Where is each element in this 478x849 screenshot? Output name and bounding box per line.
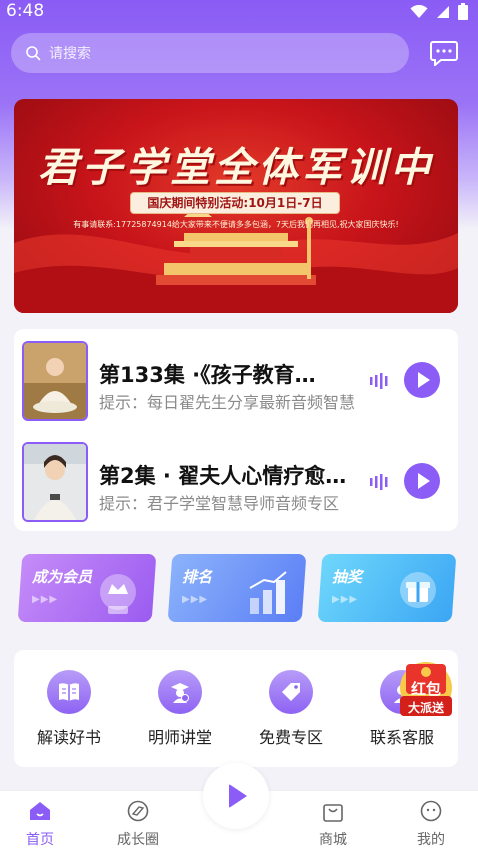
lottery-card[interactable]: 抽奖 ▶▶▶	[317, 554, 457, 622]
profile-icon	[420, 800, 442, 822]
play-button[interactable]	[404, 463, 440, 499]
tab-label: 商城	[319, 832, 347, 848]
status-icons	[410, 3, 468, 20]
home-icon	[30, 802, 50, 820]
chart-icon	[249, 571, 287, 614]
tab-label: 成长圈	[117, 832, 159, 848]
center-play-button[interactable]	[203, 763, 269, 829]
circle-icon	[127, 800, 149, 822]
search-placeholder: 请搜索	[49, 46, 91, 62]
tab-home[interactable]: 首页	[5, 799, 75, 849]
feature-label: 成为会员	[32, 568, 93, 586]
feature-label: 排名	[182, 568, 213, 586]
audio-description: 提示：君子学堂智慧导师音频专区	[99, 494, 340, 513]
banner-date-pill: 国庆期间特别活动:10月1日-7日	[130, 192, 340, 214]
tab-profile[interactable]: 我的	[396, 799, 466, 849]
quick-link-label: 解读好书	[36, 728, 101, 747]
message-icon[interactable]	[430, 40, 458, 66]
membership-card[interactable]: 成为会员 ▶▶▶	[17, 554, 157, 622]
bag-icon	[323, 804, 343, 822]
audio-title: 第133集 ·《孩子教育…	[99, 363, 316, 387]
quick-link-label: 联系客服	[369, 728, 434, 747]
quick-link-books[interactable]: 解读好书	[14, 670, 124, 748]
tab-mall[interactable]: 商城	[298, 799, 368, 849]
list-item[interactable]: 第133集 ·《孩子教育… 提示：每日翟先生分享最新音频智慧	[22, 341, 452, 421]
ranking-card[interactable]: 排名 ▶▶▶	[167, 554, 307, 622]
audio-thumbnail	[22, 442, 88, 522]
banner-title: 君子学堂全体军训中	[38, 144, 434, 191]
tab-growth-circle[interactable]: 成长圈	[103, 799, 173, 849]
feature-label: 抽奖	[332, 568, 363, 586]
quick-link-label: 明师讲堂	[147, 728, 212, 747]
tab-label: 我的	[417, 832, 445, 848]
soundwave-icon	[370, 474, 388, 490]
redpack-line2: 大派送	[407, 701, 444, 715]
soundwave-icon	[370, 373, 388, 389]
arrows-decoration: ▶▶▶	[182, 594, 209, 605]
promo-banner[interactable]: 君子学堂全体军训中 国庆期间特别活动:10月1日-7日 有事请联系:177258…	[14, 99, 458, 313]
banner-notice: 有事请联系:17725874914给大家带来不便请多多包涵，7天后我们再相见,祝…	[73, 220, 399, 229]
status-time: 6:48	[6, 1, 45, 21]
quick-link-teachers[interactable]: 明师讲堂	[125, 670, 235, 748]
crown-icon	[100, 574, 136, 614]
quick-link-label: 免费专区	[258, 728, 323, 747]
tag-icon	[269, 670, 313, 714]
tab-label: 首页	[26, 832, 54, 848]
play-button[interactable]	[404, 362, 440, 398]
list-item[interactable]: 第2集 · 翟夫人心情疗愈… 提示：君子学堂智慧导师音频专区	[22, 442, 452, 522]
arrows-decoration: ▶▶▶	[332, 594, 359, 605]
signal-icon	[437, 5, 449, 18]
red-envelope-promo[interactable]: 红包 大派送	[392, 652, 460, 722]
status-bar: 6:48	[0, 0, 478, 24]
search-input[interactable]: 请搜索	[11, 33, 409, 73]
search-icon	[26, 46, 41, 61]
audio-description: 提示：每日翟先生分享最新音频智慧	[99, 393, 356, 412]
battery-icon	[458, 3, 468, 20]
wifi-icon	[410, 4, 428, 18]
audio-thumbnail	[22, 341, 88, 421]
teacher-icon	[158, 670, 202, 714]
audio-title: 第2集 · 翟夫人心情疗愈…	[99, 464, 347, 488]
book-icon	[47, 670, 91, 714]
redpack-line1: 红包	[410, 680, 441, 698]
quick-link-free[interactable]: 免费专区	[236, 670, 346, 748]
audio-list: 第133集 ·《孩子教育… 提示：每日翟先生分享最新音频智慧 第2集 · 翟夫人…	[14, 329, 458, 531]
arrows-decoration: ▶▶▶	[32, 594, 59, 605]
gift-icon	[400, 572, 436, 608]
